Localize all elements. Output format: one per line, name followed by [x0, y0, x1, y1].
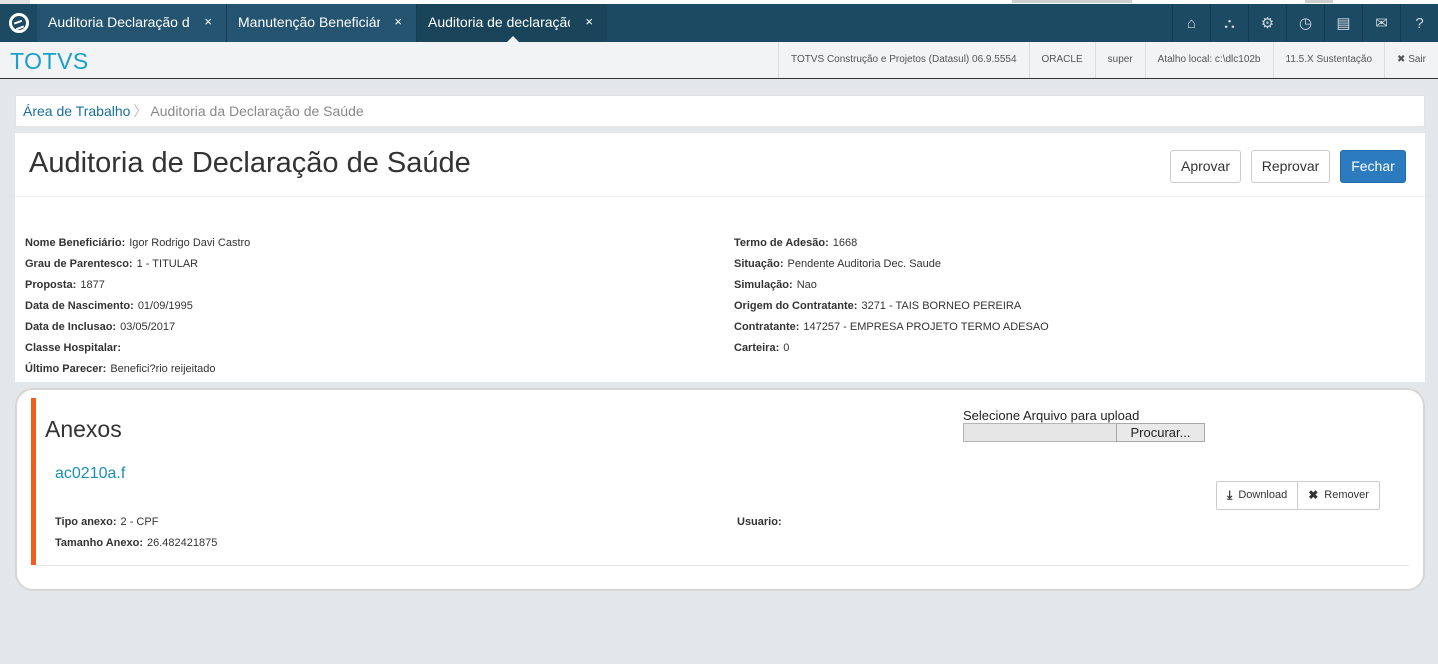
app-menu-logo-icon[interactable] [0, 4, 37, 42]
mail-icon[interactable]: ✉ [1362, 4, 1400, 42]
tab-label: Manutenção Beneficiário [238, 14, 380, 30]
tab-close-icon[interactable]: × [394, 4, 402, 40]
detail-row: Data de Inclusao: 03/05/2017 [25, 321, 176, 333]
breadcrumb: Área de Trabalho 〉 Auditoria da Declaração… [15, 95, 1425, 127]
remove-icon: ✖ [1308, 488, 1319, 502]
company-info: TOTVS Construção e Projetos (Datasul) 06… [778, 42, 1028, 78]
brand-logo: TOTVS [10, 48, 89, 74]
gear-icon[interactable]: ⚙ [1248, 4, 1286, 42]
detail-row: Data de Nascimento: 01/09/1995 [25, 300, 193, 312]
detail-row: Carteira: 0 [734, 342, 790, 354]
detail-row: Nome Beneficiário: Igor Rodrigo Davi Cast… [25, 237, 251, 249]
download-icon: ⤓ [1227, 488, 1233, 502]
shortcut-info: Atalho local: c:\dlc102b [1144, 42, 1273, 78]
tab-auditoria-declaracao-saude[interactable]: Auditoria Declaração de Saúde × [37, 4, 227, 42]
detail-row: Situação: Pendente Auditoria Dec. Saude [734, 258, 942, 270]
detail-row: Último Parecer: Benefici?rio reijeitado [25, 363, 216, 375]
accent-bar [31, 398, 36, 565]
detail-row: Termo de Adesão: 1668 [734, 237, 858, 249]
attachment-user: Usuario: [737, 516, 782, 528]
upload-label: Selecione Arquivo para upload [963, 408, 1140, 423]
tab-auditoria-de-declaracao-active[interactable]: Auditoria de declaração × [417, 4, 607, 42]
tab-manutencao-beneficiario[interactable]: Manutenção Beneficiário × [227, 4, 417, 42]
database-info: ORACLE [1028, 42, 1095, 78]
browse-button[interactable]: Procurar... [1116, 423, 1205, 442]
top-icon-toolbar: ⌂ ⛬ ⚙ ◷ ▤ ✉ ? [1172, 4, 1438, 42]
details-right-column: Termo de Adesão: 1668 Situação: Pendente A… [734, 236, 1049, 362]
breadcrumb-current: Auditoria da Declaração de Saúde [150, 103, 364, 119]
detail-row: Proposta: 1877 [25, 279, 105, 291]
page-title: Auditoria de Declaração de Saúde [29, 147, 471, 179]
attachment-type: Tipo anexo: 2 - CPF [55, 516, 159, 528]
sitemap-icon[interactable]: ⛬ [1210, 4, 1248, 42]
detail-row: Contratante: 147257 - EMPRESA PROJETO TER… [734, 321, 1049, 333]
close-button[interactable]: Fechar [1340, 150, 1406, 183]
home-icon[interactable]: ⌂ [1172, 4, 1210, 42]
divider [36, 565, 1409, 566]
remove-label: Remover [1324, 489, 1369, 501]
page-header-card: Auditoria de Declaração de Saúde Aprovar… [15, 133, 1425, 197]
attachments-panel: Anexos Selecione Arquivo para upload Pro… [15, 388, 1425, 591]
tab-close-icon[interactable]: × [204, 4, 212, 40]
breadcrumb-home-link[interactable]: Área de Trabalho [23, 103, 130, 119]
detail-row: Origem do Contratante: 3271 - TAIS BORNEO… [734, 300, 1022, 312]
document-icon[interactable]: ▤ [1324, 4, 1362, 42]
download-button[interactable]: ⤓ Download [1217, 482, 1297, 509]
app-header: TOTVS TOTVS Construção e Projetos (Datas… [0, 42, 1438, 79]
top-tab-bar: Auditoria Declaração de Saúde × Manutenç… [0, 0, 1438, 42]
attachments-title: Anexos [45, 416, 122, 442]
attachment-file-link[interactable]: ac0210a.f [55, 465, 125, 483]
tab-label: Auditoria Declaração de Saúde [48, 14, 190, 30]
user-info: super [1094, 42, 1145, 78]
remove-button[interactable]: ✖ Remover [1297, 482, 1379, 509]
details-left-column: Nome Beneficiário: Igor Rodrigo Davi Cast… [25, 236, 250, 383]
session-info: TOTVS Construção e Projetos (Datasul) 06… [778, 42, 1438, 78]
breadcrumb-separator: 〉 [133, 103, 148, 119]
clock-icon[interactable]: ◷ [1286, 4, 1324, 42]
upload-file-field[interactable] [963, 423, 1117, 442]
download-label: Download [1238, 489, 1288, 501]
tab-close-icon[interactable]: × [585, 4, 593, 40]
attachment-size: Tamanho Anexo: 26.482421875 [55, 537, 218, 549]
logout-button[interactable]: ✖ Sair [1384, 42, 1438, 78]
reject-button[interactable]: Reprovar [1251, 150, 1330, 183]
detail-row: Grau de Parentesco: 1 - TITULAR [25, 258, 199, 270]
detail-row: Simulação: Nao [734, 279, 817, 291]
detail-row: Classe Hospitalar: [25, 342, 121, 354]
beneficiary-details: Nome Beneficiário: Igor Rodrigo Davi Cast… [15, 197, 1425, 382]
tab-label: Auditoria de declaração [428, 14, 570, 30]
approve-button[interactable]: Aprovar [1170, 150, 1241, 183]
version-info: 11.5.X Sustentação [1272, 42, 1385, 78]
attachment-actions: ⤓ Download ✖ Remover [1216, 481, 1380, 510]
help-icon[interactable]: ? [1400, 4, 1438, 42]
